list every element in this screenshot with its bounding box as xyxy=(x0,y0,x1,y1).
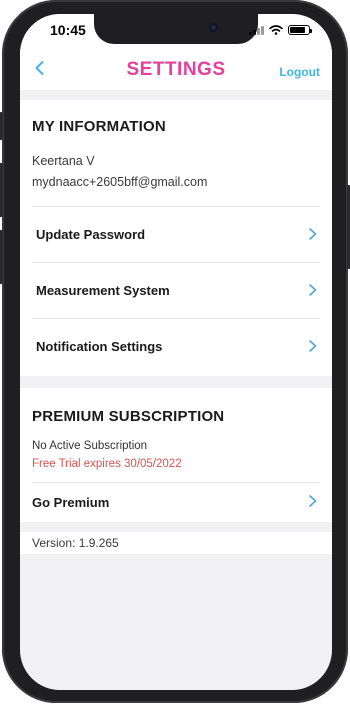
notification-settings-row[interactable]: Notification Settings xyxy=(20,319,332,374)
measurement-system-label: Measurement System xyxy=(36,283,170,298)
chevron-right-icon xyxy=(309,284,317,296)
status-time: 10:45 xyxy=(50,22,86,38)
app-screen: 10:45 SETTINGS Logout MY INFORMATION Kee… xyxy=(20,14,332,690)
my-information-heading: MY INFORMATION xyxy=(32,118,166,135)
go-premium-label: Go Premium xyxy=(32,495,110,510)
mute-switch xyxy=(0,112,3,140)
app-version: Version: 1.9.265 xyxy=(32,536,119,550)
wifi-icon xyxy=(269,25,283,35)
subscription-status: No Active Subscription xyxy=(32,440,148,452)
phone-frame: 10:45 SETTINGS Logout MY INFORMATION Kee… xyxy=(0,0,350,703)
version-bar: Version: 1.9.265 xyxy=(20,532,332,554)
chevron-right-icon xyxy=(309,228,317,240)
signal-icon xyxy=(249,25,264,35)
my-information-card: MY INFORMATION Keertana V mydnaacc+2605b… xyxy=(20,100,332,376)
go-premium-row[interactable]: Go Premium xyxy=(20,480,332,522)
volume-up-button xyxy=(0,163,3,217)
front-camera xyxy=(209,23,218,32)
status-bar: 10:45 xyxy=(20,14,332,48)
status-icons xyxy=(249,25,312,35)
measurement-system-row[interactable]: Measurement System xyxy=(20,263,332,318)
update-password-row[interactable]: Update Password xyxy=(20,207,332,262)
premium-subscription-card: PREMIUM SUBSCRIPTION No Active Subscript… xyxy=(20,388,332,522)
user-name: Keertana V xyxy=(32,154,95,168)
nav-bar: SETTINGS Logout xyxy=(20,48,332,90)
chevron-right-icon xyxy=(309,495,317,507)
premium-subscription-heading: PREMIUM SUBSCRIPTION xyxy=(32,408,225,425)
chevron-right-icon xyxy=(309,340,317,352)
trial-expiry-notice: Free Trial expires 30/05/2022 xyxy=(32,458,182,470)
user-email: mydnaacc+2605bff@gmail.com xyxy=(32,175,208,189)
notch xyxy=(94,14,258,44)
update-password-label: Update Password xyxy=(36,227,146,242)
volume-down-button xyxy=(0,230,3,284)
notification-settings-label: Notification Settings xyxy=(36,339,163,354)
logout-button[interactable]: Logout xyxy=(279,65,320,79)
battery-icon xyxy=(288,25,312,35)
